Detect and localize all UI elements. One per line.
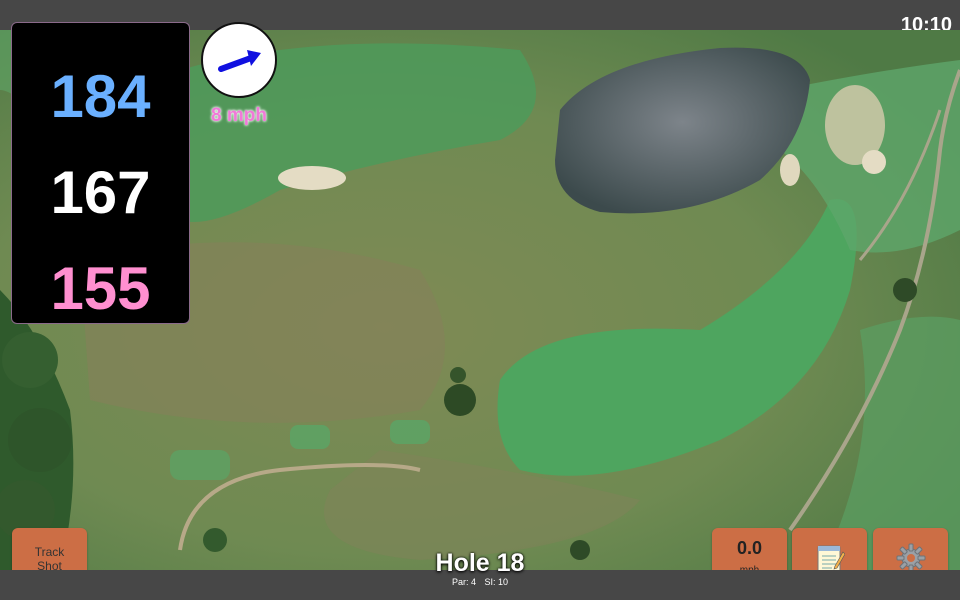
- wind-speed-value: 0.0: [736, 538, 763, 558]
- distance-panel: 184 167 155: [11, 22, 190, 324]
- distance-middle: 167: [50, 159, 151, 226]
- track-shot-line1: Track: [34, 545, 65, 559]
- hole-stroke-index: SI: 10: [484, 577, 509, 587]
- gear-icon: [896, 543, 925, 572]
- wind-arrow-icon: [218, 50, 261, 72]
- wind-direction-dial: [201, 22, 277, 98]
- distance-front: 155: [50, 255, 151, 322]
- track-shot-label: Track Shot: [12, 545, 87, 573]
- hole-par: Par: 4: [451, 577, 476, 587]
- notepad-icon: [817, 545, 845, 572]
- distance-back: 184: [50, 63, 151, 130]
- hole-info: Par: 4 SI: 10: [380, 577, 580, 587]
- hole-title: Hole 18: [435, 549, 525, 577]
- wind-speed-label: 8 mph: [211, 105, 267, 126]
